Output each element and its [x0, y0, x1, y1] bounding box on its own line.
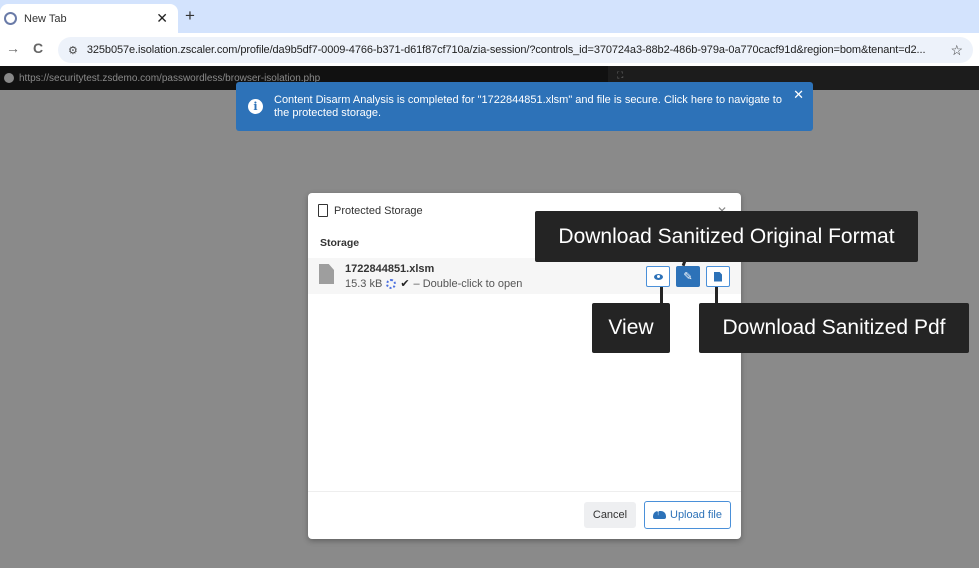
callout-view-label: View — [608, 316, 654, 339]
globe-icon — [4, 12, 17, 25]
tab-title: New Tab — [24, 12, 67, 25]
file-hint: – Double-click to open — [413, 277, 523, 290]
callout-view: View — [592, 303, 670, 353]
url-text[interactable]: 325b057e.isolation.zscaler.com/profile/d… — [87, 44, 951, 56]
site-info-icon[interactable]: ⚙ — [68, 44, 78, 57]
storage-label: Storage — [320, 237, 360, 249]
fullscreen-icon[interactable]: ⛶ — [617, 70, 623, 81]
info-icon: i — [248, 99, 263, 114]
document-icon — [318, 204, 328, 217]
new-tab-button[interactable]: + — [185, 6, 195, 26]
scan-spinner-icon — [386, 278, 397, 289]
tab-strip: New Tab ✕ + — [0, 0, 979, 33]
tab-new-tab[interactable]: New Tab ✕ — [0, 4, 178, 33]
pdf-file-icon — [714, 271, 722, 282]
callout-download-pdf: Download Sanitized Pdf — [699, 303, 969, 353]
download-original-button[interactable]: ✎ — [676, 266, 700, 287]
check-icon: ✔ — [400, 278, 410, 290]
file-icon — [319, 264, 334, 284]
callout-download-original-label: Download Sanitized Original Format — [558, 224, 895, 248]
footer-divider — [308, 491, 741, 492]
dialog-header: Protected Storage — [318, 204, 423, 217]
dialog-title: Protected Storage — [334, 204, 423, 217]
globe-icon — [4, 73, 14, 83]
file-size: 15.3 kB — [345, 277, 383, 290]
eye-icon — [653, 273, 663, 280]
download-pdf-button[interactable] — [706, 266, 730, 287]
notification-text[interactable]: Content Disarm Analysis is completed for… — [274, 94, 783, 120]
file-name: 1722844851.xlsm — [345, 263, 435, 275]
close-icon[interactable]: ✕ — [793, 87, 804, 103]
upload-label: Upload file — [670, 509, 722, 521]
callout-download-pdf-label: Download Sanitized Pdf — [722, 316, 946, 339]
bookmark-star-icon[interactable]: ☆ — [950, 42, 963, 59]
reload-icon[interactable]: C — [33, 40, 43, 56]
brush-icon: ✎ — [683, 271, 693, 283]
cdr-notification[interactable]: i Content Disarm Analysis is completed f… — [236, 82, 813, 131]
forward-icon[interactable]: → — [6, 40, 20, 56]
callout-download-original: Download Sanitized Original Format — [535, 211, 918, 262]
address-bar[interactable]: ⚙ 325b057e.isolation.zscaler.com/profile… — [58, 37, 973, 63]
cancel-button[interactable]: Cancel — [584, 502, 636, 528]
upload-file-button[interactable]: Upload file — [644, 501, 731, 529]
browser-toolbar: → C ⚙ 325b057e.isolation.zscaler.com/pro… — [0, 33, 979, 66]
cloud-upload-icon — [653, 508, 666, 519]
view-button[interactable] — [646, 266, 670, 287]
tab-close-icon[interactable]: ✕ — [156, 10, 168, 27]
file-meta: 15.3 kB ✔ – Double-click to open — [345, 277, 523, 291]
